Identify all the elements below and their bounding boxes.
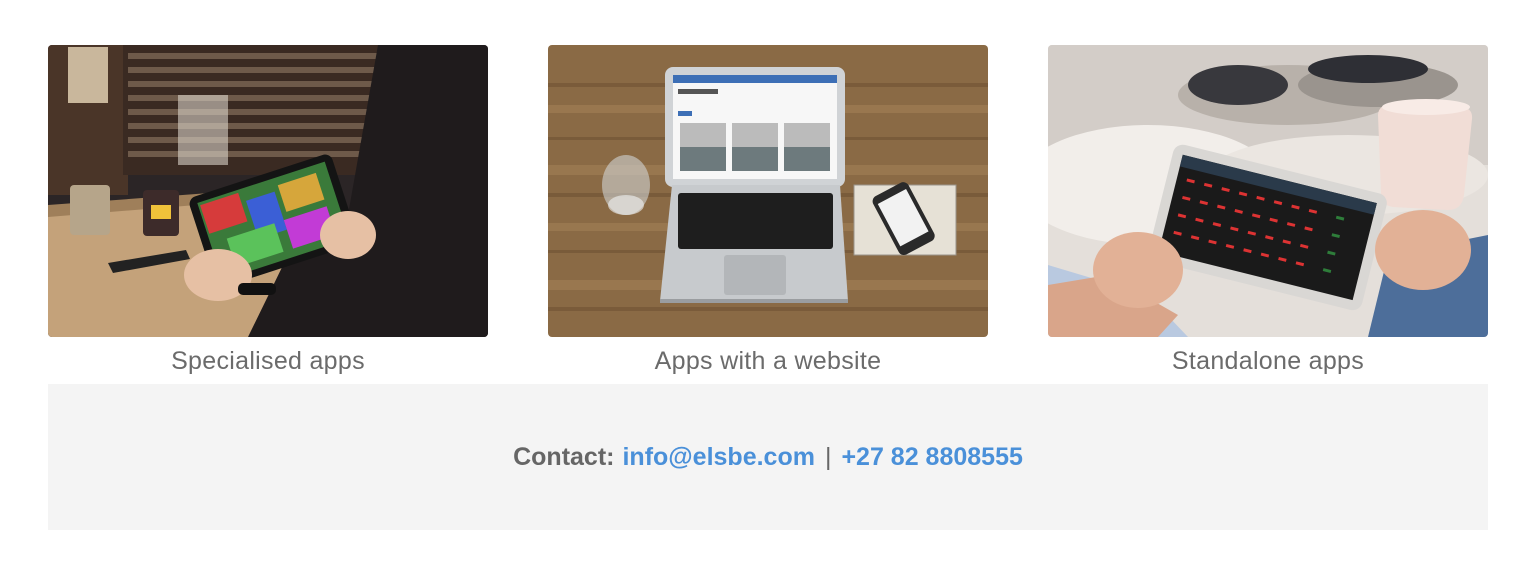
contact-separator: | bbox=[824, 442, 832, 471]
tablet-restaurant-photo[interactable] bbox=[48, 45, 488, 337]
card-caption: Apps with a website bbox=[654, 347, 882, 375]
card-standalone-apps[interactable]: Standalone apps bbox=[1048, 45, 1488, 377]
contact-bar: Contact: info@elsbe.com | +27 82 8808555 bbox=[48, 384, 1488, 530]
phone-link[interactable]: +27 82 8808555 bbox=[841, 443, 1022, 472]
email-link[interactable]: info@elsbe.com bbox=[622, 443, 814, 472]
card-caption: Standalone apps bbox=[1171, 347, 1365, 375]
tablet-scanner-photo[interactable] bbox=[1048, 45, 1488, 337]
card-caption: Specialised apps bbox=[171, 347, 365, 375]
contact-label: Contact: bbox=[513, 442, 615, 471]
card-specialised-apps[interactable]: Specialised apps bbox=[48, 45, 488, 377]
card-apps-with-website[interactable]: Apps with a website bbox=[548, 45, 988, 377]
product-grid: Specialised apps Apps with a website Sta… bbox=[48, 45, 1488, 381]
laptop-desk-photo[interactable] bbox=[548, 45, 988, 337]
